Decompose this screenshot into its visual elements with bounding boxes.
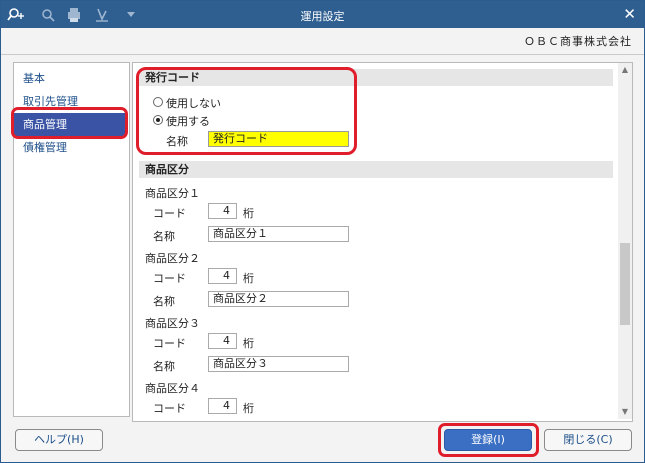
company-name: ＯＢＣ商事株式会社 [524,35,632,48]
sidebar-item-basic[interactable]: 基本 [14,67,127,90]
category-4-digits-unit: 桁 [243,402,254,415]
category-1-name-label: 名称 [153,230,175,243]
help-button[interactable]: ヘルプ(H) [15,429,103,451]
section-heading-product-category: 商品区分 [139,161,613,178]
category-1-code-label: コード [153,207,186,220]
category-2-digits-unit: 桁 [243,272,254,285]
scroll-down-icon[interactable]: ▼ [618,405,632,419]
category-2-name-label: 名称 [153,295,175,308]
category-2-name-input[interactable]: 商品区分２ [208,291,349,307]
sidebar-item-receivables-management[interactable]: 債権管理 [14,136,127,159]
scroll-thumb[interactable] [620,243,630,325]
title-bar: 運用設定 ✕ [1,1,644,28]
category-1-digits-input[interactable]: 4 [208,203,237,219]
category-4-title: 商品区分４ [145,382,200,395]
category-1-digits-unit: 桁 [243,207,254,220]
category-3-digits-unit: 桁 [243,337,254,350]
category-3-title: 商品区分３ [145,317,200,330]
close-button[interactable]: 閉じる(C) [544,429,632,451]
settings-window: 運用設定 ✕ ＯＢＣ商事株式会社 基本 取引先管理 商品管理 債権管理 発行コー… [0,0,645,463]
vertical-scrollbar[interactable]: ▲ ▼ [618,63,632,419]
category-1-title: 商品区分１ [145,187,200,200]
category-2-title: 商品区分２ [145,252,200,265]
highlight-ring-sidebar [11,107,128,139]
scroll-up-icon[interactable]: ▲ [618,63,632,77]
category-4-code-label: コード [153,402,186,415]
category-2-digits-input[interactable]: 4 [208,268,237,284]
close-icon[interactable]: ✕ [623,5,636,23]
window-title: 運用設定 [300,10,345,23]
category-4-digits-input[interactable]: 4 [208,398,237,414]
category-3-digits-input[interactable]: 4 [208,333,237,349]
category-3-name-input[interactable]: 商品区分３ [208,356,349,372]
category-1-name-input[interactable]: 商品区分１ [208,226,349,242]
highlight-ring-register [438,423,539,457]
category-2-code-label: コード [153,272,186,285]
category-3-code-label: コード [153,337,186,350]
category-3-name-label: 名称 [153,360,175,373]
highlight-ring-issue-code [136,67,357,155]
header-divider [1,54,644,55]
